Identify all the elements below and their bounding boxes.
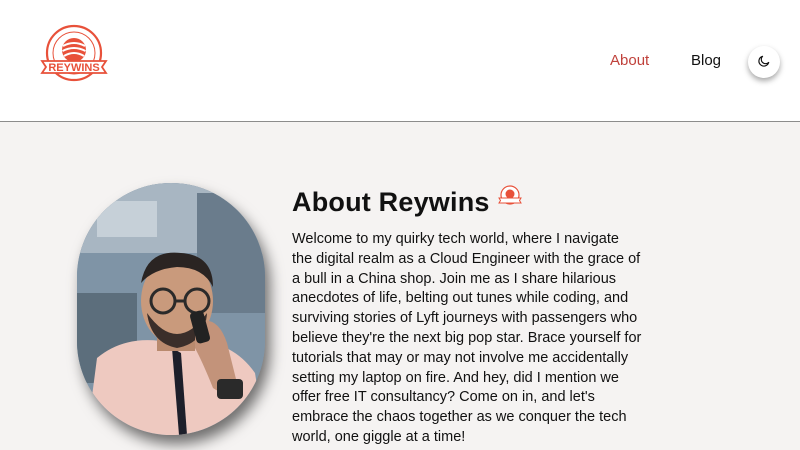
nav-link-blog[interactable]: Blog: [691, 52, 721, 69]
site-header: REYWINS About Blog: [0, 0, 800, 122]
profile-photo: [77, 183, 265, 435]
theme-toggle-button[interactable]: [748, 46, 780, 78]
nav-link-about[interactable]: About: [610, 52, 649, 69]
reywins-badge-icon: [497, 185, 523, 207]
about-description: Welcome to my quirky tech world, where I…: [292, 231, 642, 445]
page-title: About Reywins: [292, 187, 490, 217]
logo-banner-text: REYWINS: [48, 62, 99, 74]
moon-icon: [757, 54, 771, 71]
site-logo[interactable]: REYWINS: [36, 24, 112, 86]
